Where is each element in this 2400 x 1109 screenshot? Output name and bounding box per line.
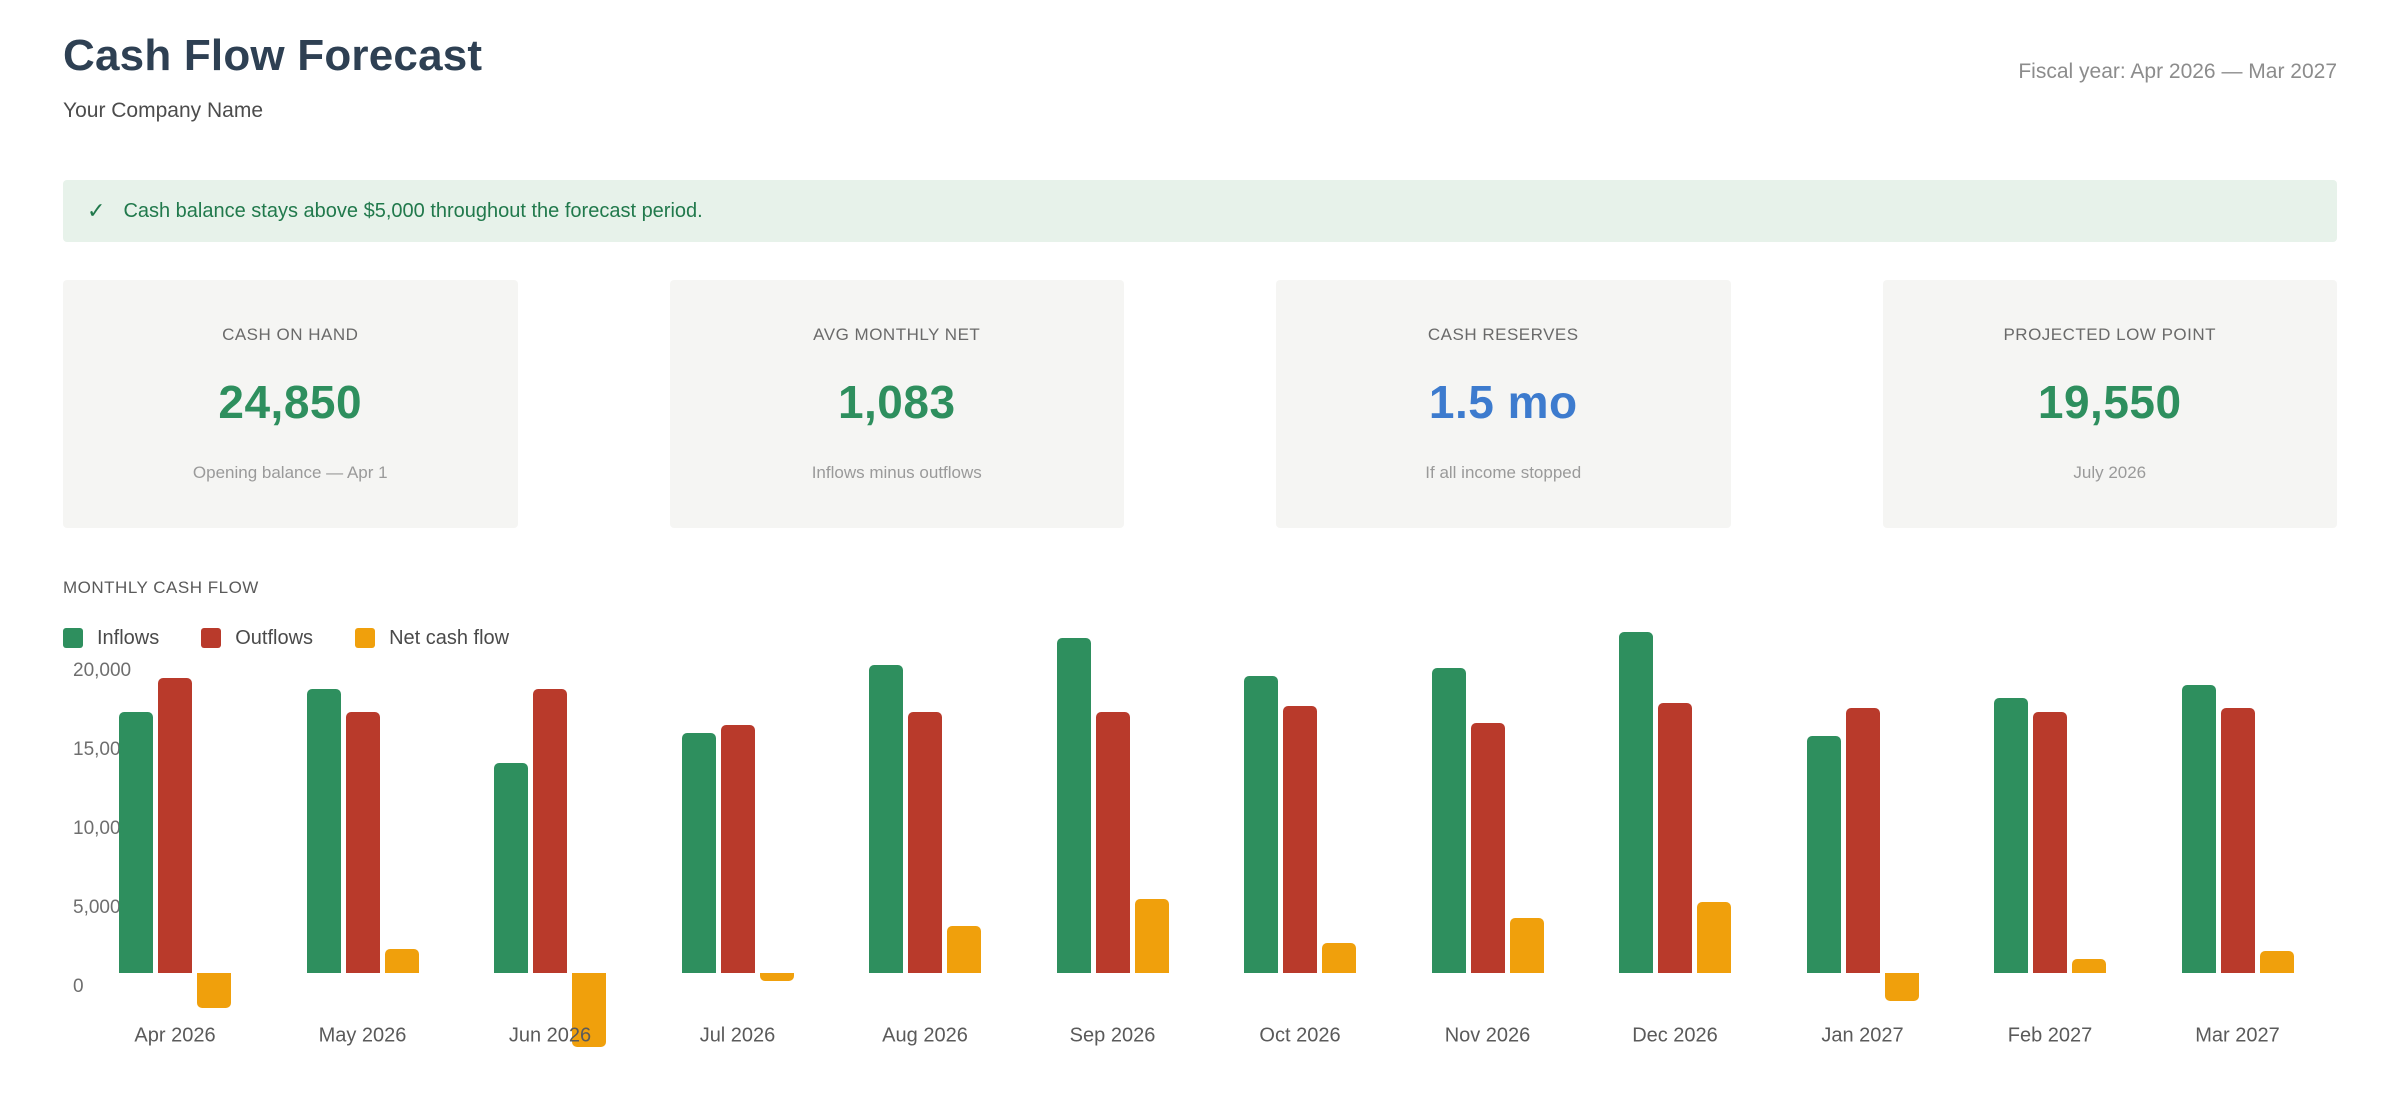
bar-net-cash-flow <box>947 926 981 973</box>
page-header: Cash Flow Forecast Your Company Name Fis… <box>63 30 2337 123</box>
kpi-label: PROJECTED LOW POINT <box>2003 325 2216 345</box>
bar-inflows <box>1994 698 2028 973</box>
x-axis-label: May 2026 <box>319 1025 407 1048</box>
bar-inflows <box>1619 632 1653 973</box>
x-axis-label: Nov 2026 <box>1445 1025 1531 1048</box>
status-banner-message: Cash balance stays above $5,000 througho… <box>123 200 702 223</box>
company-name: Your Company Name <box>63 99 482 123</box>
y-axis-label: 0 <box>73 976 84 998</box>
bar-net-cash-flow <box>2260 951 2294 973</box>
bar-inflows <box>1432 668 1466 973</box>
y-axis-label: 5,000 <box>73 897 121 919</box>
fiscal-year-label: Fiscal year: Apr 2026 — Mar 2027 <box>2018 30 2337 84</box>
status-banner: ✓ Cash balance stays above $5,000 throug… <box>63 180 2337 242</box>
chart-section-title: MONTHLY CASH FLOW <box>63 578 2337 598</box>
kpi-card-cash-on-hand: CASH ON HAND 24,850 Opening balance — Ap… <box>63 280 518 528</box>
kpi-value: 1,083 <box>838 375 956 429</box>
bar-net-cash-flow <box>2072 959 2106 973</box>
bar-net-cash-flow <box>1322 943 1356 973</box>
bar-net-cash-flow <box>385 949 419 973</box>
bar-outflows <box>908 712 942 973</box>
bar-inflows <box>1244 676 1278 973</box>
x-axis-label: Apr 2026 <box>134 1025 215 1048</box>
y-axis-label: 20,000 <box>73 660 131 682</box>
bar-inflows <box>307 689 341 973</box>
check-icon: ✓ <box>87 198 105 224</box>
bar-inflows <box>869 665 903 973</box>
kpi-card-projected-low-point: PROJECTED LOW POINT 19,550 July 2026 <box>1883 280 2338 528</box>
kpi-card-avg-monthly-net: AVG MONTHLY NET 1,083 Inflows minus outf… <box>670 280 1125 528</box>
x-axis-label: Aug 2026 <box>882 1025 968 1048</box>
x-axis-label: Dec 2026 <box>1632 1025 1718 1048</box>
kpi-label: AVG MONTHLY NET <box>813 325 980 345</box>
x-axis-label: Feb 2027 <box>2008 1025 2093 1048</box>
bar-inflows <box>494 763 528 973</box>
cash-flow-chart: 05,00010,00015,00020,000Apr 2026May 2026… <box>63 628 2337 1085</box>
kpi-value: 24,850 <box>218 375 362 429</box>
kpi-sublabel: July 2026 <box>2073 463 2146 483</box>
x-axis-label: Oct 2026 <box>1259 1025 1340 1048</box>
kpi-card-row: CASH ON HAND 24,850 Opening balance — Ap… <box>63 280 2337 528</box>
bar-outflows <box>533 689 567 973</box>
bar-outflows <box>1283 706 1317 973</box>
bar-outflows <box>721 725 755 973</box>
x-axis-label: Jul 2026 <box>700 1025 776 1048</box>
cash-flow-report-page: Cash Flow Forecast Your Company Name Fis… <box>0 0 2400 1085</box>
kpi-label: CASH RESERVES <box>1428 325 1579 345</box>
bar-net-cash-flow <box>1510 918 1544 973</box>
bar-outflows <box>1846 708 1880 973</box>
x-axis-label: Sep 2026 <box>1070 1025 1156 1048</box>
bar-outflows <box>1471 723 1505 973</box>
bar-inflows <box>682 733 716 973</box>
bar-net-cash-flow <box>760 973 794 981</box>
bar-net-cash-flow <box>1885 973 1919 1001</box>
kpi-sublabel: If all income stopped <box>1425 463 1581 483</box>
kpi-sublabel: Inflows minus outflows <box>812 463 982 483</box>
x-axis-label: Jan 2027 <box>1821 1025 1903 1048</box>
bar-outflows <box>346 712 380 973</box>
bar-outflows <box>1658 703 1692 973</box>
x-axis-label: Jun 2026 <box>509 1025 591 1048</box>
bar-inflows <box>119 712 153 973</box>
kpi-value: 19,550 <box>2038 375 2182 429</box>
title-block: Cash Flow Forecast Your Company Name <box>63 30 482 123</box>
bar-inflows <box>1807 736 1841 973</box>
bar-outflows <box>2033 712 2067 973</box>
kpi-card-cash-reserves: CASH RESERVES 1.5 mo If all income stopp… <box>1276 280 1731 528</box>
bar-inflows <box>1057 638 1091 973</box>
bar-outflows <box>158 678 192 973</box>
bar-net-cash-flow <box>1697 902 1731 973</box>
bar-outflows <box>1096 712 1130 973</box>
page-title: Cash Flow Forecast <box>63 30 482 81</box>
kpi-sublabel: Opening balance — Apr 1 <box>193 463 388 483</box>
bar-net-cash-flow <box>1135 899 1169 973</box>
kpi-label: CASH ON HAND <box>222 325 358 345</box>
bar-net-cash-flow <box>197 973 231 1008</box>
bar-outflows <box>2221 708 2255 973</box>
bar-inflows <box>2182 685 2216 973</box>
kpi-value: 1.5 mo <box>1429 375 1578 429</box>
x-axis-label: Mar 2027 <box>2195 1025 2280 1048</box>
